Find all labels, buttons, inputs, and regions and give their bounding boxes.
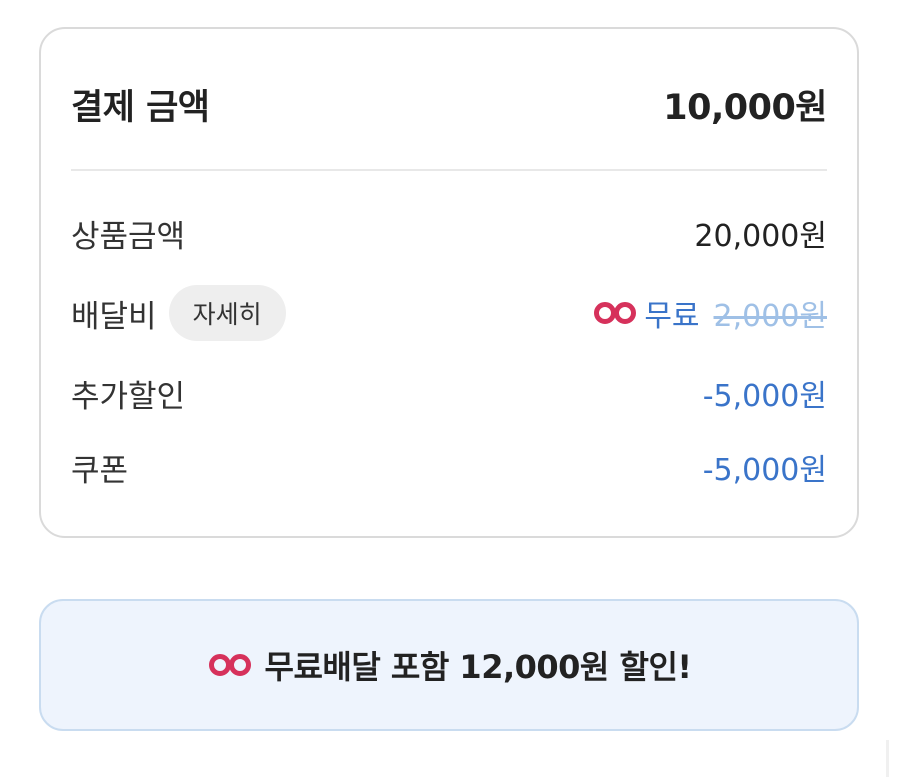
coupon-label: 쿠폰	[71, 452, 129, 489]
payment-summary-card: 결제 금액 10,000원 상품금액 20,000원 배달비 자세히 무료 2,…	[39, 27, 859, 538]
delivery-original-fee: 2,000원	[713, 299, 827, 334]
extra-discount-value: -5,000원	[702, 379, 827, 414]
delivery-fee-label-group: 배달비 자세히	[71, 285, 286, 341]
coupon-value: -5,000원	[702, 453, 827, 488]
divider	[71, 169, 827, 171]
delivery-pass-icon	[594, 302, 637, 324]
total-value: 10,000원	[663, 87, 827, 128]
delivery-pass-icon	[208, 654, 251, 676]
delivery-fee-value: 무료 2,000원	[592, 291, 827, 335]
product-amount-value: 20,000원	[694, 219, 827, 254]
coupon-row: 쿠폰 -5,000원	[71, 437, 827, 497]
delivery-free-label: 무료	[644, 299, 700, 334]
product-amount-label: 상품금액	[71, 218, 186, 255]
delivery-detail-button[interactable]: 자세히	[168, 285, 286, 341]
product-amount-row: 상품금액 20,000원	[71, 203, 827, 263]
extra-discount-label: 추가할인	[71, 378, 186, 415]
delivery-fee-row: 배달비 자세히 무료 2,000원	[71, 283, 827, 343]
delivery-fee-label: 배달비	[71, 298, 157, 335]
scroll-edge	[886, 740, 889, 777]
extra-discount-row: 추가할인 -5,000원	[71, 363, 827, 423]
banner-text: 무료배달 포함 12,000원 할인!	[264, 648, 692, 686]
total-row: 결제 금액 10,000원	[71, 79, 827, 129]
discount-banner: 무료배달 포함 12,000원 할인!	[39, 599, 859, 731]
total-label: 결제 금액	[71, 87, 210, 128]
